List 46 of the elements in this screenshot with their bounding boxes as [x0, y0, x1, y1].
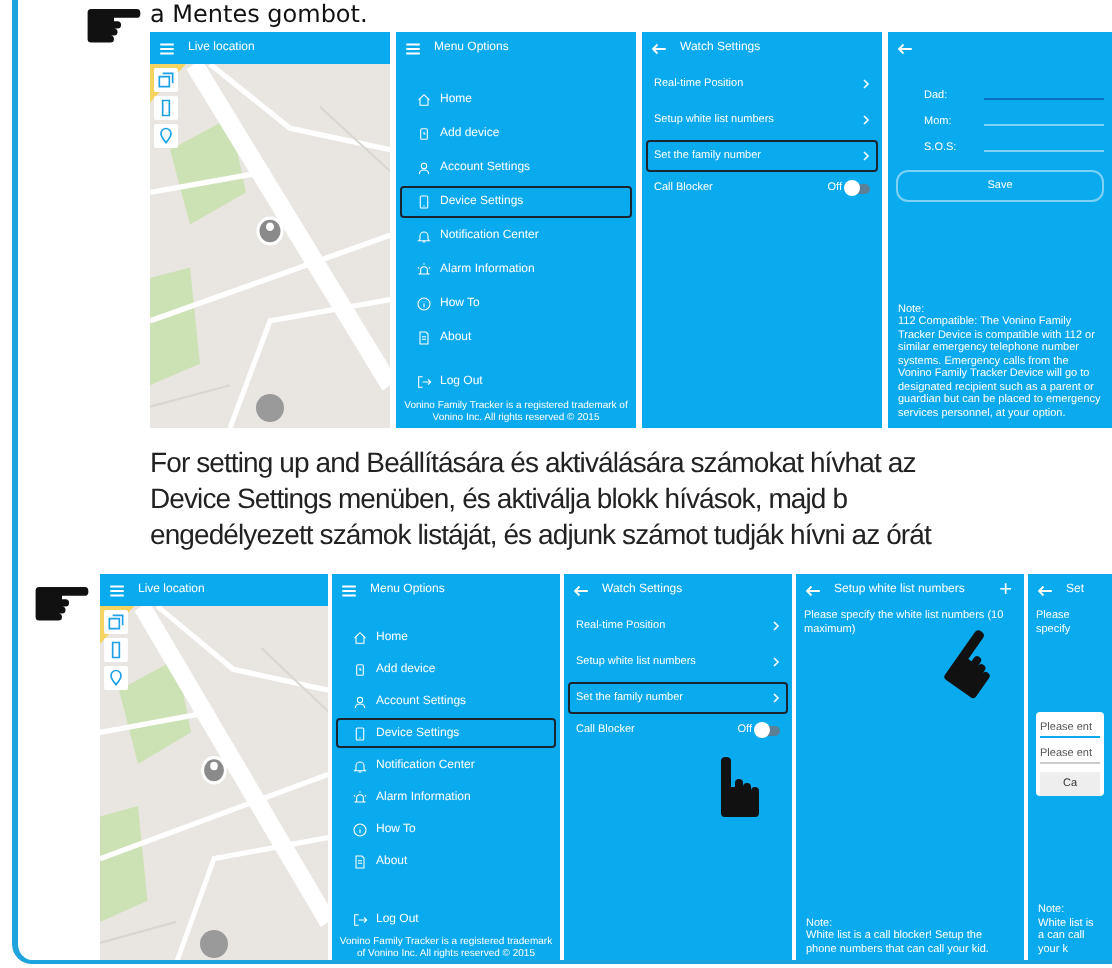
phone-icon	[416, 194, 432, 210]
location-button[interactable]	[104, 666, 128, 690]
info-icon	[352, 821, 368, 837]
layers-button[interactable]	[104, 610, 128, 634]
back-arrow-icon[interactable]	[650, 39, 668, 57]
person-icon	[416, 160, 432, 176]
document-icon	[416, 330, 432, 346]
paragraph-line: For setting up and Beállítására és aktiválására számokat hívhat az	[150, 444, 918, 480]
device-button[interactable]	[104, 638, 128, 662]
home-icon	[352, 629, 368, 645]
layers-button[interactable]	[154, 68, 178, 92]
back-arrow-icon[interactable]	[1036, 581, 1054, 599]
chevron-icon	[862, 114, 870, 126]
paragraph-line: Device Settings menüben, és aktiválja blokk hívások, majd b	[150, 480, 850, 516]
alarm-icon	[352, 789, 368, 805]
device-button[interactable]	[154, 96, 178, 120]
exit-icon	[352, 911, 368, 927]
exit-icon	[416, 374, 432, 390]
chevron-icon	[862, 150, 870, 162]
document-icon	[352, 853, 368, 869]
person-icon	[352, 693, 368, 709]
intro-text: a Mentes gombot.	[150, 0, 368, 30]
home-icon	[416, 92, 432, 108]
chevron-icon	[772, 656, 780, 668]
call-blocker-toggle[interactable]	[846, 183, 870, 193]
location-button[interactable]	[154, 124, 178, 148]
info-icon	[416, 296, 432, 312]
watch-icon	[352, 661, 368, 677]
back-arrow-icon[interactable]	[896, 39, 914, 57]
menu-icon[interactable]	[108, 581, 126, 599]
phone-icon	[352, 725, 368, 741]
alarm-icon	[416, 262, 432, 278]
chevron-icon	[772, 620, 780, 632]
menu-icon[interactable]	[404, 39, 422, 57]
menu-icon[interactable]	[158, 39, 176, 57]
watch-icon	[416, 126, 432, 142]
chevron-icon	[862, 78, 870, 90]
paragraph-line: engedélyezett számok listáját, és adjunk számot tudják hívni az órát	[150, 516, 934, 552]
menu-icon[interactable]	[340, 581, 358, 599]
bell-icon	[352, 757, 368, 773]
chevron-icon	[772, 692, 780, 704]
back-arrow-icon[interactable]	[804, 581, 822, 599]
bell-icon	[416, 228, 432, 244]
add-button[interactable]: +	[995, 580, 1016, 600]
back-arrow-icon[interactable]	[572, 581, 590, 599]
call-blocker-toggle[interactable]	[756, 725, 780, 735]
